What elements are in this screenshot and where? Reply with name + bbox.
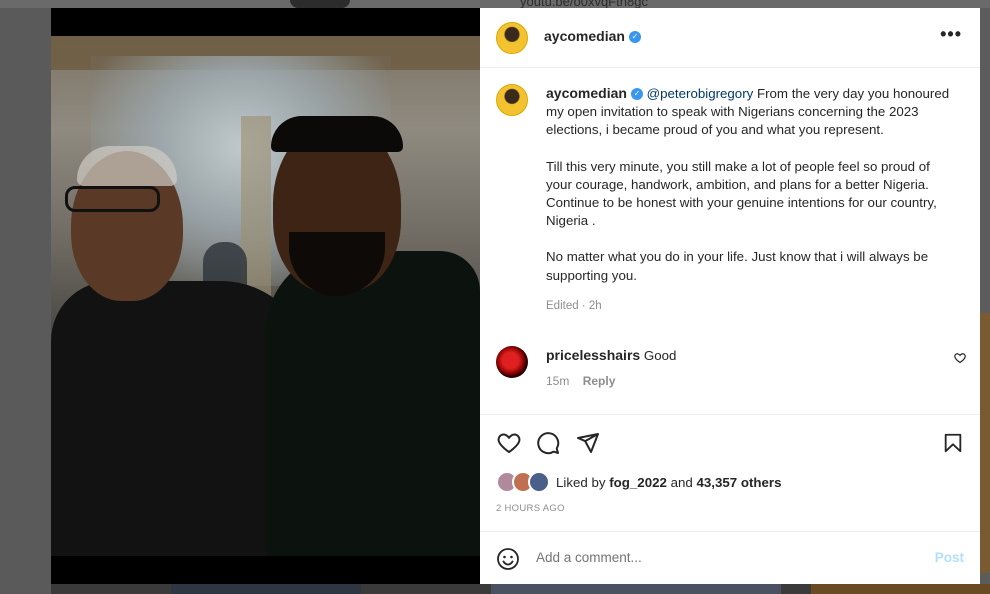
background-thumbnail <box>980 313 990 573</box>
background-right-overlay[interactable] <box>980 8 990 594</box>
background-thumbnail <box>811 584 990 594</box>
caption-text: aycomedian ✓ @peterobigregory From the ve… <box>546 84 956 315</box>
bookmark-save-icon[interactable] <box>942 431 964 455</box>
background-avatar-fragment <box>290 0 350 8</box>
share-paper-plane-icon[interactable] <box>576 431 600 455</box>
post-modal: aycomedian ✓ ••• aycomedian ✓ @peterobigre… <box>51 8 980 584</box>
post-photo[interactable] <box>51 36 480 556</box>
likes-count-link[interactable]: 43,357 others <box>696 475 781 490</box>
photo-person-right-body <box>266 251 480 556</box>
caption-avatar[interactable] <box>496 84 528 116</box>
caption-paragraph-3: No matter what you do in your life. Just… <box>546 249 929 283</box>
caption-edited-time: Edited · 2h <box>546 299 602 312</box>
verified-badge-icon: ✓ <box>628 30 641 43</box>
background-top-strip <box>0 0 990 8</box>
post-header: aycomedian ✓ ••• <box>480 8 980 68</box>
caption-mention-link[interactable]: @peterobigregory <box>647 86 754 101</box>
comment-username[interactable]: pricelesshairs <box>546 347 640 363</box>
post-timestamp[interactable]: 2 HOURS AGO <box>496 503 565 514</box>
avatar[interactable] <box>496 22 528 54</box>
comment-avatar[interactable] <box>496 346 528 378</box>
header-username-row: aycomedian ✓ <box>544 28 641 46</box>
background-thumbnail <box>491 584 781 594</box>
comment-input[interactable] <box>536 550 896 565</box>
comment-item: pricelesshairs Good 15m Reply <box>496 346 966 406</box>
action-bar <box>480 414 980 475</box>
likes-text: Liked by fog_2022 and 43,357 others <box>556 475 781 490</box>
comment-meta: 15m Reply <box>546 374 615 388</box>
comment-bubble-icon[interactable] <box>536 431 560 455</box>
likes-prefix: Liked by <box>556 474 610 490</box>
comment-text: Good <box>643 348 677 363</box>
comment-like-heart-icon[interactable] <box>954 352 966 364</box>
first-liker-link[interactable]: fog_2022 <box>609 475 667 490</box>
likes-joiner: and <box>666 474 697 490</box>
photo-person-right-hair <box>271 116 403 152</box>
photo-person-left-hair <box>77 146 177 186</box>
ellipsis-icon[interactable]: ••• <box>940 24 962 45</box>
post-media-area[interactable] <box>51 8 480 584</box>
caption-paragraph-2: Till this very minute, you still make a … <box>546 158 937 229</box>
background-left-overlay[interactable] <box>0 8 51 594</box>
background-thumbnail <box>171 584 361 594</box>
add-comment-bar: Post <box>480 531 980 585</box>
post-comment-button[interactable]: Post <box>935 550 964 565</box>
liker-avatar[interactable] <box>528 471 550 493</box>
comment-body: pricelesshairs Good <box>546 346 676 365</box>
comment-reply-button[interactable]: Reply <box>583 374 616 388</box>
verified-badge-icon: ✓ <box>630 88 643 101</box>
emoji-smiley-icon[interactable] <box>496 547 520 571</box>
comment-time[interactable]: 15m <box>546 374 569 388</box>
likes-row: Liked by fog_2022 and 43,357 others <box>496 470 781 494</box>
header-username[interactable]: aycomedian <box>544 28 625 44</box>
post-side-panel: aycomedian ✓ ••• aycomedian ✓ @peterobigre… <box>480 8 980 584</box>
like-heart-icon[interactable] <box>496 431 522 455</box>
background-bottom-overlay[interactable] <box>51 584 990 594</box>
caption-username[interactable]: aycomedian <box>546 85 627 101</box>
photo-glasses <box>65 186 160 212</box>
